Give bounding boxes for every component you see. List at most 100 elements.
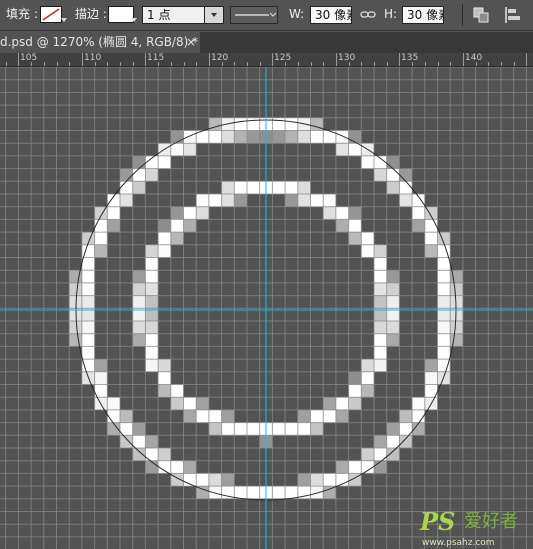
pixel [208, 422, 222, 436]
ruler-tick [501, 62, 502, 66]
pixel [348, 384, 362, 398]
stroke-dropdown-caret-icon[interactable] [131, 18, 137, 22]
ruler-tick [184, 62, 185, 66]
close-icon[interactable]: × [186, 35, 196, 49]
width-field[interactable]: 30 像素 [310, 6, 352, 24]
pixel [424, 371, 438, 385]
ruler-label: 125 [274, 53, 292, 63]
pixel [170, 460, 184, 474]
pixel [323, 194, 336, 207]
pixel [399, 194, 413, 207]
pixel [221, 409, 235, 423]
stroke-width-value: 1 点 [147, 8, 171, 22]
path-operations-icon[interactable] [472, 5, 492, 23]
pixel [450, 295, 463, 309]
stroke-width-dropdown[interactable] [204, 6, 224, 24]
ruler-label: 110 [84, 53, 102, 63]
w-label: W: [289, 7, 305, 21]
pixel [107, 409, 120, 423]
ruler-label: 105 [20, 53, 38, 63]
pixel [386, 270, 400, 283]
pixel [323, 486, 336, 499]
pixel [335, 206, 349, 220]
pixel [437, 346, 451, 360]
pixel [81, 257, 95, 271]
ruler-tick [450, 62, 451, 66]
pixel [132, 181, 146, 194]
pixel [424, 359, 438, 372]
pixel [310, 130, 324, 144]
fill-dropdown-caret-icon[interactable] [61, 18, 67, 22]
pixel [386, 181, 400, 194]
pixel [348, 232, 362, 245]
pixel [132, 295, 146, 309]
pixel [120, 168, 133, 182]
ruler-tick [209, 53, 210, 66]
pixel [208, 194, 222, 207]
pixel [69, 282, 82, 296]
pixel [183, 130, 197, 144]
pixel [94, 244, 108, 258]
ruler-tick [361, 62, 362, 66]
pixel [208, 130, 222, 144]
pixel [310, 422, 324, 436]
pixel [183, 397, 197, 410]
ruler-tick [272, 53, 273, 66]
document-tab[interactable]: d.psd @ 1270% (椭圆 4, RGB/8) * × [0, 32, 200, 53]
separator [462, 4, 463, 26]
pixel [348, 460, 362, 474]
pixel [170, 397, 184, 410]
pixel [158, 384, 171, 398]
pixel [81, 346, 95, 360]
canvas[interactable] [0, 67, 533, 549]
pixel [386, 448, 400, 461]
pixel [221, 130, 235, 144]
pixel [361, 371, 374, 385]
watermark: PS 爱好者 www.psahz.com [418, 508, 533, 549]
pixel [234, 422, 247, 436]
fill-none-icon [42, 8, 60, 21]
pixel [234, 486, 247, 499]
pixel [132, 270, 146, 283]
fill-swatch[interactable] [40, 6, 62, 23]
pixel [335, 130, 349, 144]
ruler-tick [387, 62, 388, 66]
pixel [348, 397, 362, 410]
pixel [81, 333, 95, 347]
height-field[interactable]: 30 像素 [402, 6, 444, 24]
ruler-tick [488, 62, 489, 66]
stroke-style-dropdown[interactable] [230, 6, 278, 24]
pixel [297, 422, 311, 436]
ruler-tick [526, 53, 527, 66]
pixel [247, 130, 260, 144]
pixel [335, 397, 349, 410]
stroke-label: 描边 : [75, 7, 107, 21]
ruler-tick [234, 62, 235, 66]
pixel [170, 219, 184, 233]
pixel [386, 422, 400, 436]
stroke-style-icon [235, 12, 277, 17]
pixel [120, 181, 133, 194]
height-value: 30 像素 [407, 8, 443, 22]
pixel [450, 321, 463, 334]
watermark-url: www.psahz.com [422, 538, 495, 548]
pixel [132, 422, 146, 436]
pixel [297, 194, 311, 207]
watermark-name: 爱好者 [464, 511, 518, 532]
pixel [437, 257, 451, 271]
link-icon[interactable] [360, 6, 376, 24]
pixel [183, 206, 197, 220]
ruler-tick [6, 62, 7, 66]
canvas-artwork [0, 67, 533, 549]
pixel [196, 409, 209, 423]
pixel [120, 194, 133, 207]
document-tab-bar: d.psd @ 1270% (椭圆 4, RGB/8) * × [0, 32, 533, 53]
pixel [272, 486, 286, 499]
pixel [310, 194, 324, 207]
pixel [437, 359, 451, 372]
ruler-tick [463, 53, 464, 66]
pixel [399, 435, 413, 448]
pixel [335, 219, 349, 233]
pixel [107, 397, 120, 410]
path-alignment-icon[interactable] [503, 5, 525, 23]
